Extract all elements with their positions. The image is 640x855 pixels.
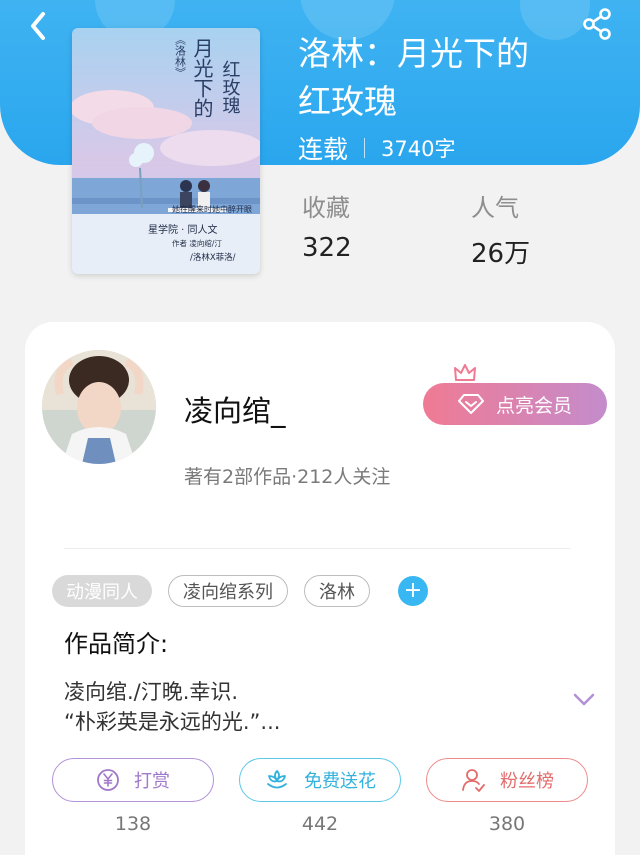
vip-button-label: 点亮会员 (495, 394, 572, 417)
serial-status: 连载 (298, 135, 349, 164)
book-cover[interactable]: 月光下的 红玫瑰 《洛林》 她在醒来时她中醉开眼 星学院 · 同人文 作者 凌向… (72, 28, 260, 274)
reward-count: 138 (114, 813, 152, 835)
cover-line-1: 她在醒来时她中醉开眼 (172, 204, 252, 214)
avatar-image (42, 350, 156, 464)
crown-icon (454, 364, 476, 381)
book-status-row: 连载 3740字 (298, 128, 455, 168)
fan-count: 380 (488, 813, 526, 835)
cover-title-main: 月光下的 (190, 38, 214, 118)
tag-item[interactable]: 凌向绾系列 (168, 575, 288, 607)
add-tag-button[interactable]: + (398, 576, 428, 606)
popularity-value: 26万 (471, 239, 531, 269)
popularity-stat: 人气 26万 (471, 188, 530, 270)
cover-line-3: 作者 凌向绾/汀 (172, 238, 222, 248)
book-title-line1: 洛林：月光下的 (298, 34, 529, 73)
cover-line-4: /洛林X菲洛/ (190, 252, 236, 263)
book-title-line2: 红玫瑰 (298, 82, 397, 121)
chevron-down-icon[interactable] (571, 688, 597, 710)
vip-button[interactable]: 点亮会员 (423, 383, 607, 425)
send-flower-button[interactable]: 免费送花 (239, 758, 401, 802)
divider (64, 548, 570, 549)
fan-ranking-label: 粉丝榜 (500, 771, 554, 792)
back-button[interactable] (20, 6, 60, 46)
intro-line-2: “朴彩英是永远的光.”... (64, 710, 281, 734)
intro-heading: 作品简介: (64, 630, 169, 658)
tag-item[interactable]: 动漫同人 (52, 575, 152, 607)
flower-icon (267, 770, 287, 789)
diamond-icon (457, 394, 484, 414)
author-name[interactable]: 凌向绾_ (184, 388, 286, 430)
word-count: 3740字 (381, 137, 456, 161)
person-icon (462, 769, 485, 792)
cover-line-2: 星学院 · 同人文 (148, 223, 218, 236)
favorites-label: 收藏 (302, 194, 350, 222)
status-divider (364, 138, 366, 158)
popularity-label: 人气 (471, 194, 519, 222)
cover-title-sub: 红玫瑰 (220, 60, 241, 114)
flower-count: 442 (301, 813, 339, 835)
send-flower-label: 免费送花 (304, 771, 376, 792)
reward-label: 打赏 (134, 771, 170, 792)
intro-text: 凌向绾./汀晚.幸识. “朴彩英是永远的光.”... (64, 677, 544, 737)
tag-list: 动漫同人 凌向绾系列 洛林 + (52, 575, 428, 607)
favorites-stat: 收藏 322 (302, 188, 352, 263)
author-meta: 著有2部作品·212人关注 (184, 466, 391, 488)
cover-illustration: 月光下的 红玫瑰 《洛林》 她在醒来时她中醉开眼 星学院 · 同人文 作者 凌向… (72, 28, 260, 274)
fan-ranking-button[interactable]: 粉丝榜 (426, 758, 588, 802)
tag-item[interactable]: 洛林 (304, 575, 370, 607)
favorites-value: 322 (302, 233, 352, 263)
reward-button[interactable]: 打赏 (52, 758, 214, 802)
back-arrow-icon (31, 12, 45, 40)
intro-line-1: 凌向绾./汀晚.幸识. (64, 680, 239, 704)
cover-tag: 《洛林》 (174, 34, 187, 78)
yen-coin-icon (97, 769, 119, 791)
avatar[interactable] (42, 350, 156, 464)
book-title: 洛林：月光下的 红玫瑰 (298, 30, 618, 126)
